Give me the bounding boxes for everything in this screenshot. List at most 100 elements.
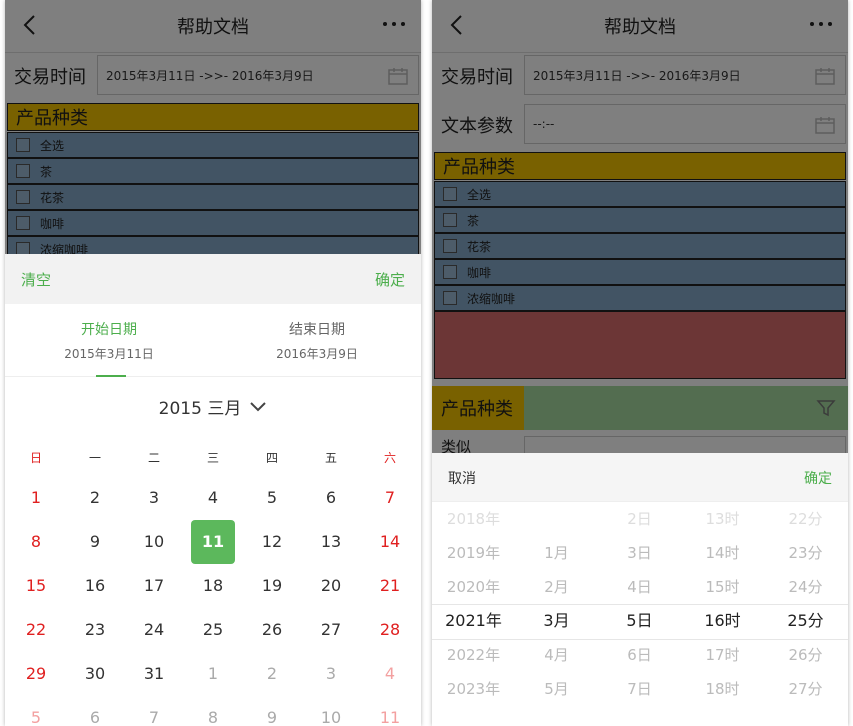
sheet-toolbar: 清空 确定 — [5, 254, 421, 304]
picker-column[interactable]: 1月 2月 3月 4月 5月 — [515, 501, 598, 726]
calendar-day[interactable]: 22 — [14, 608, 58, 652]
cancel-button[interactable]: 取消 — [448, 468, 476, 488]
confirm-button[interactable]: 确定 — [804, 468, 832, 488]
picker-option[interactable]: 2019年 — [432, 536, 515, 570]
calendar-day[interactable]: 3 — [309, 652, 353, 696]
calendar-day[interactable]: 18 — [191, 564, 235, 608]
calendar-day[interactable]: 8 — [14, 520, 58, 564]
calendar-day[interactable]: 6 — [309, 476, 353, 520]
calendar-day[interactable]: 23 — [73, 608, 117, 652]
calendar-day[interactable]: 29 — [14, 652, 58, 696]
calendar-day[interactable]: 11 — [191, 520, 235, 564]
weekday-header: 三 — [206, 451, 219, 465]
picker-option[interactable] — [515, 502, 598, 536]
picker-option[interactable]: 22分 — [764, 502, 847, 536]
weekday-header: 二 — [147, 451, 160, 465]
end-date-label: 结束日期 — [289, 322, 345, 338]
picker-option[interactable]: 4月 — [515, 638, 598, 672]
calendar-day[interactable]: 16 — [73, 564, 117, 608]
calendar-day[interactable]: 10 — [132, 520, 176, 564]
weekday-header: 日 — [29, 451, 42, 465]
picker-option[interactable]: 2023年 — [432, 672, 515, 706]
calendar-day[interactable]: 10 — [309, 696, 353, 726]
picker-option[interactable]: 26分 — [764, 638, 847, 672]
picker-option[interactable]: 1月 — [515, 536, 598, 570]
picker-option[interactable]: 18时 — [681, 672, 764, 706]
calendar-day[interactable]: 20 — [309, 564, 353, 608]
calendar-day[interactable]: 6 — [73, 696, 117, 726]
weekday-header: 一 — [88, 451, 101, 465]
picker-option[interactable]: 24分 — [764, 570, 847, 604]
month-selector[interactable]: 2015 三月 — [5, 394, 421, 419]
calendar-day[interactable]: 21 — [368, 564, 412, 608]
calendar-day[interactable]: 4 — [191, 476, 235, 520]
weekday-header: 四 — [265, 451, 278, 465]
calendar-day[interactable]: 11 — [368, 696, 412, 726]
picker-option[interactable]: 25分 — [764, 604, 847, 638]
picker-column[interactable]: 22分 23分 24分 25分 26分 27分 — [764, 501, 847, 726]
picker-option[interactable]: 14时 — [681, 536, 764, 570]
end-date-value: 2016年3月9日 — [276, 347, 358, 361]
picker-option[interactable]: 2020年 — [432, 570, 515, 604]
weekday-header: 六 — [383, 451, 396, 465]
calendar-day[interactable]: 1 — [14, 476, 58, 520]
calendar-day[interactable]: 15 — [14, 564, 58, 608]
picker-option[interactable]: 5日 — [598, 604, 681, 638]
picker-column[interactable]: 2日 3日 4日 5日 6日 7日 — [598, 501, 681, 726]
calendar-day[interactable]: 5 — [250, 476, 294, 520]
calendar-day[interactable]: 7 — [132, 696, 176, 726]
calendar-day[interactable]: 19 — [250, 564, 294, 608]
calendar-day[interactable]: 7 — [368, 476, 412, 520]
picker-option[interactable]: 23分 — [764, 536, 847, 570]
clear-button[interactable]: 清空 — [21, 269, 51, 290]
start-date-label: 开始日期 — [81, 322, 137, 338]
calendar-day[interactable]: 31 — [132, 652, 176, 696]
picker-option[interactable]: 17时 — [681, 638, 764, 672]
active-tab-indicator — [96, 375, 126, 377]
confirm-button[interactable]: 确定 — [375, 269, 405, 290]
picker-option[interactable]: 16时 — [681, 604, 764, 638]
picker-option[interactable]: 27分 — [764, 672, 847, 706]
calendar-day[interactable]: 25 — [191, 608, 235, 652]
picker-option[interactable]: 2018年 — [432, 502, 515, 536]
picker-column[interactable]: 13时 14时 15时 16时 17时 18时 — [681, 501, 764, 726]
picker-option[interactable]: 2021年 — [432, 604, 515, 638]
picker-option[interactable]: 5月 — [515, 672, 598, 706]
calendar-day[interactable]: 2 — [250, 652, 294, 696]
date-tabs: 开始日期 2015年3月11日 结束日期 2016年3月9日 — [5, 304, 421, 377]
calendar-day[interactable]: 12 — [250, 520, 294, 564]
calendar-day[interactable]: 14 — [368, 520, 412, 564]
calendar-day[interactable]: 3 — [132, 476, 176, 520]
picker-option[interactable]: 13时 — [681, 502, 764, 536]
calendar-day[interactable]: 8 — [191, 696, 235, 726]
picker-option[interactable]: 2022年 — [432, 638, 515, 672]
calendar-day[interactable]: 30 — [73, 652, 117, 696]
calendar-day[interactable]: 27 — [309, 608, 353, 652]
weekday-header: 五 — [324, 451, 337, 465]
picker-column[interactable]: 2018年 2019年 2020年 2021年 2022年 2023年 — [432, 501, 515, 726]
calendar-day[interactable]: 28 — [368, 608, 412, 652]
picker-option[interactable]: 3日 — [598, 536, 681, 570]
calendar-day[interactable]: 5 — [14, 696, 58, 726]
phone-right-picker: 帮助文档 交易时间 2015年3月11日 ->>- 2016年3月9日 文本参数… — [432, 0, 848, 726]
calendar-day[interactable]: 24 — [132, 608, 176, 652]
picker-option[interactable]: 6日 — [598, 638, 681, 672]
picker-option[interactable]: 2月 — [515, 570, 598, 604]
calendar-day[interactable]: 9 — [250, 696, 294, 726]
tab-end-date[interactable]: 结束日期 2016年3月9日 — [213, 304, 421, 362]
calendar-day[interactable]: 4 — [368, 652, 412, 696]
calendar-day[interactable]: 26 — [250, 608, 294, 652]
picker-option[interactable]: 15时 — [681, 570, 764, 604]
calendar-day[interactable]: 2 — [73, 476, 117, 520]
picker-option[interactable]: 7日 — [598, 672, 681, 706]
calendar-day[interactable]: 13 — [309, 520, 353, 564]
picker-option[interactable]: 3月 — [515, 604, 598, 638]
calendar-day[interactable]: 17 — [132, 564, 176, 608]
phone-left-calendar: 帮助文档 交易时间 2015年3月11日 ->>- 2016年3月9日 产品种类… — [5, 0, 421, 726]
tab-start-date[interactable]: 开始日期 2015年3月11日 — [5, 304, 213, 362]
picker-option[interactable]: 4日 — [598, 570, 681, 604]
calendar-day[interactable]: 1 — [191, 652, 235, 696]
picker-option[interactable]: 2日 — [598, 502, 681, 536]
calendar-day[interactable]: 9 — [73, 520, 117, 564]
datetime-picker-sheet: 取消 确定 2018年 2019年 2020年 2021年 2022年 2023年 1月 2月… — [432, 453, 848, 726]
